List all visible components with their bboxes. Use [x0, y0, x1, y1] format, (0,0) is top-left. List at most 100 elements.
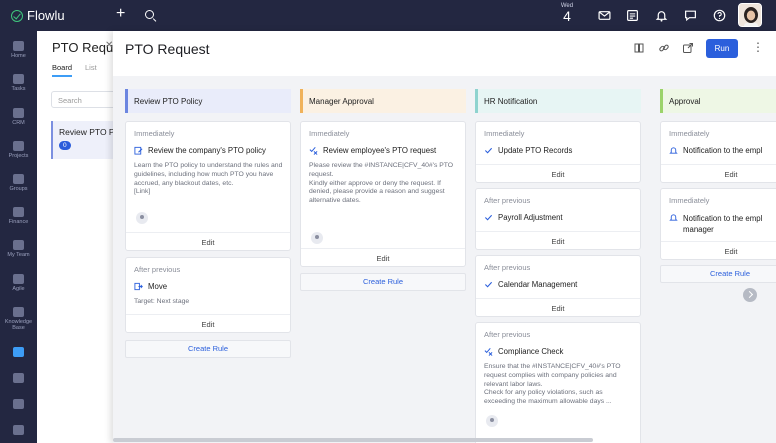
- sidebar-item-settings[interactable]: [0, 399, 37, 411]
- sidebar-item-label: Groups: [9, 186, 28, 192]
- edit-button[interactable]: Edit: [126, 314, 290, 333]
- add-icon[interactable]: +: [116, 5, 125, 23]
- edit-button[interactable]: Edit: [661, 164, 776, 182]
- sidebar-item-integrations[interactable]: [0, 373, 37, 385]
- user-avatar[interactable]: [738, 3, 762, 27]
- sidebar-item-home[interactable]: Home: [0, 41, 37, 59]
- rule-card[interactable]: Immediately Notification to the empl man…: [660, 188, 776, 260]
- mail-icon[interactable]: [598, 9, 611, 22]
- rule-card[interactable]: After previous Compliance Check Ensure t…: [475, 322, 641, 443]
- sidebar-item-projects[interactable]: Projects: [0, 141, 37, 159]
- sidebar-item-tasks[interactable]: Tasks: [0, 74, 37, 92]
- projects-icon: [13, 141, 24, 151]
- action-title: Notification to the empl: [683, 146, 763, 155]
- calendar-date[interactable]: Wed 4: [558, 3, 576, 23]
- workflow-panel: PTO Request Run ⋮ Review PTO Policy Imme…: [113, 31, 776, 443]
- rule-card[interactable]: Immediately Update PTO Records Edit: [475, 121, 641, 183]
- trigger-label: After previous: [484, 263, 531, 272]
- app-name: Flowlu: [27, 8, 65, 23]
- apps-icon: [13, 425, 24, 435]
- create-rule-button[interactable]: Create Rule: [660, 265, 776, 283]
- stage-header[interactable]: Manager Approval: [300, 89, 466, 113]
- sidebar-item-groups[interactable]: Groups: [0, 174, 37, 192]
- trigger-label: Immediately: [669, 196, 710, 205]
- action-description: Please review the #INSTANCE|CFV_40#'s PT…: [309, 162, 459, 206]
- action-description: Learn the PTO policy to understand the r…: [134, 162, 284, 197]
- search-icon[interactable]: [145, 10, 154, 19]
- link-icon[interactable]: [658, 42, 670, 54]
- chat-icon[interactable]: [684, 9, 697, 22]
- agile-icon: [13, 274, 24, 284]
- sidebar-item-label: Finance: [8, 219, 29, 225]
- stage-column: Approval Immediately Notification to the…: [660, 89, 776, 319]
- sidebar-item-label: My Team: [7, 252, 30, 258]
- rule-card[interactable]: After previous Calendar Management Edit: [475, 255, 641, 317]
- sidebar-item-label: Agile: [12, 286, 25, 292]
- finance-icon: [13, 207, 24, 217]
- external-link-icon[interactable]: [682, 42, 694, 54]
- settings-icon: [13, 399, 24, 409]
- bell-icon[interactable]: [655, 9, 668, 22]
- assignee-icon: [136, 212, 148, 224]
- edit-button[interactable]: Edit: [126, 232, 290, 251]
- tasks-list-icon[interactable]: [626, 9, 639, 22]
- rule-card[interactable]: Immediately Review employee's PTO reques…: [300, 121, 466, 267]
- sidebar-item-knowledge-base[interactable]: Knowledge Base: [0, 307, 37, 331]
- help-icon[interactable]: [713, 9, 726, 22]
- tab-list[interactable]: List: [85, 63, 97, 72]
- more-options-icon[interactable]: ⋮: [752, 40, 764, 54]
- assignee-icon: [311, 232, 323, 244]
- app-logo[interactable]: Flowlu: [11, 8, 65, 23]
- stage-header[interactable]: Approval: [660, 89, 776, 113]
- create-rule-button[interactable]: Create Rule: [125, 340, 291, 358]
- action-title: Calendar Management: [498, 280, 578, 289]
- trigger-label: Immediately: [309, 129, 350, 138]
- check-icon: [484, 214, 493, 221]
- description-text: Ensure that the #INSTANCE|CFV_40#'s PTO …: [484, 363, 621, 406]
- top-bar: Flowlu + Wed 4: [0, 0, 776, 31]
- sidebar-item-label: Knowledge Base: [4, 319, 33, 331]
- tab-board[interactable]: Board: [52, 63, 73, 77]
- action-title: Update PTO Records: [498, 146, 573, 155]
- action-title: Payroll Adjustment: [498, 213, 563, 222]
- sidebar-item-label: CRM: [12, 120, 25, 126]
- edit-button[interactable]: Edit: [301, 248, 465, 267]
- rule-card[interactable]: After previous Payroll Adjustment Edit: [475, 188, 641, 250]
- stage-header[interactable]: Review PTO Policy: [125, 89, 291, 113]
- scroll-right-icon[interactable]: [743, 288, 757, 302]
- edit-button[interactable]: Edit: [476, 231, 640, 250]
- sidebar-item-workflow[interactable]: [0, 347, 37, 359]
- move-icon: [134, 282, 143, 291]
- integrations-icon: [13, 373, 24, 383]
- sidebar-item-agile[interactable]: Agile: [0, 274, 37, 292]
- edit-button[interactable]: Edit: [476, 298, 640, 317]
- sidebar-item-label: Home: [11, 53, 26, 59]
- action-title: Move: [148, 282, 168, 291]
- bell-icon: [669, 147, 678, 154]
- run-button[interactable]: Run: [706, 39, 738, 58]
- horizontal-scrollbar[interactable]: [113, 438, 593, 442]
- sidebar-item-apps[interactable]: [0, 425, 37, 437]
- action-description: Target: Next stage: [134, 298, 190, 305]
- stage-header[interactable]: HR Notification: [475, 89, 641, 113]
- rule-card[interactable]: Immediately Review the company's PTO pol…: [125, 121, 291, 251]
- sidebar-item-finance[interactable]: Finance: [0, 207, 37, 225]
- sidebar-item-crm[interactable]: CRM: [0, 108, 37, 126]
- task-edit-icon: [134, 146, 143, 155]
- stage-column: Manager Approval Immediately Review empl…: [300, 89, 466, 329]
- action-title: Review the company's PTO policy: [148, 146, 266, 155]
- knowledge-base-icon: [13, 307, 24, 317]
- crm-icon: [13, 108, 24, 118]
- count-badge: 0: [59, 141, 71, 150]
- edit-button[interactable]: Edit: [476, 164, 640, 183]
- rule-card[interactable]: Immediately Notification to the empl Edi…: [660, 121, 776, 183]
- day-number: 4: [563, 8, 571, 24]
- create-rule-button[interactable]: Create Rule: [300, 273, 466, 291]
- book-icon[interactable]: [633, 42, 645, 54]
- rule-card[interactable]: After previous Move Target: Next stage E…: [125, 257, 291, 333]
- trigger-label: Immediately: [134, 129, 175, 138]
- sidebar: Home Tasks CRM Projects Groups Finance M…: [0, 31, 37, 443]
- sidebar-item-my-team[interactable]: My Team: [0, 240, 37, 258]
- edit-button[interactable]: Edit: [661, 241, 776, 259]
- workflow-icon: [13, 347, 24, 357]
